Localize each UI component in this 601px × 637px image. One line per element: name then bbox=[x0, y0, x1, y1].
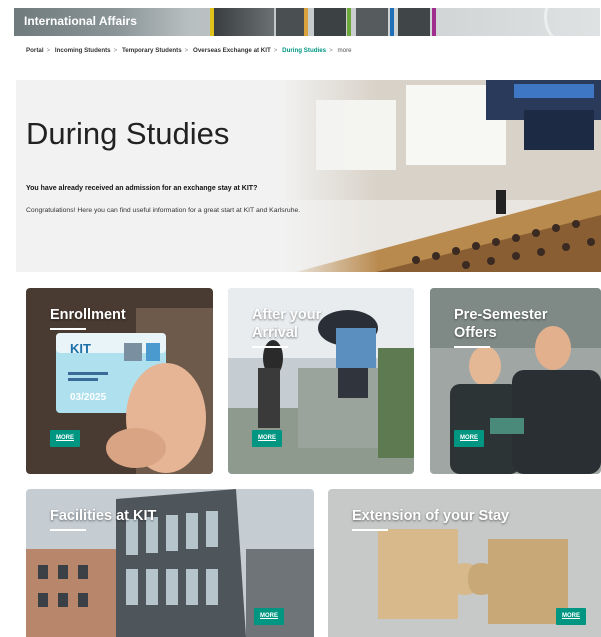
lecture-hall-image bbox=[16, 80, 601, 272]
card-title: Facilities at KIT bbox=[50, 508, 157, 524]
banner-stripe bbox=[304, 8, 308, 36]
card-title-line1: Pre-Semester bbox=[454, 307, 548, 323]
breadcrumb-separator: > bbox=[329, 47, 333, 54]
title-underline bbox=[50, 328, 86, 330]
banner-stripe bbox=[210, 8, 214, 36]
banner-circle-decoration bbox=[544, 8, 600, 36]
more-button[interactable]: MORE bbox=[252, 430, 282, 447]
banner-stripe bbox=[398, 8, 430, 36]
breadcrumb-separator: > bbox=[273, 47, 278, 54]
title-underline bbox=[352, 529, 388, 531]
card-pre-semester-offers[interactable]: Pre-Semester Offers MORE bbox=[430, 288, 601, 474]
breadcrumb: Portal > Incoming Students > Temporary Stu… bbox=[26, 47, 355, 54]
card-title-line2: Offers bbox=[454, 325, 497, 341]
student-card-kit-logo: KIT bbox=[70, 341, 91, 356]
breadcrumb-current: During Studies bbox=[282, 47, 327, 54]
breadcrumb-item-portal[interactable]: Portal bbox=[26, 47, 44, 54]
breadcrumb-item-temporary-students[interactable]: Temporary Students bbox=[122, 47, 182, 54]
title-underline bbox=[252, 346, 288, 348]
hero-banner: During Studies You have already received… bbox=[16, 80, 601, 272]
hero-text: Congratulations! Here you can find usefu… bbox=[26, 207, 301, 214]
breadcrumb-item-overseas-exchange[interactable]: Overseas Exchange at KIT bbox=[193, 47, 271, 54]
card-enrollment[interactable]: KIT 03/2025 Enrollment MORE bbox=[26, 288, 213, 474]
card-title-line2: Arrival bbox=[252, 325, 298, 341]
header-banner: International Affairs bbox=[14, 8, 600, 36]
more-button[interactable]: MORE bbox=[454, 430, 484, 447]
card-after-arrival[interactable]: After your Arrival MORE bbox=[228, 288, 414, 474]
banner-stripe bbox=[347, 8, 351, 36]
more-button[interactable]: MORE bbox=[254, 608, 284, 625]
breadcrumb-separator: > bbox=[113, 47, 118, 54]
card-facilities[interactable]: Facilities at KIT MORE bbox=[26, 489, 314, 637]
banner-stripe bbox=[214, 8, 274, 36]
hero-question: You have already received an admission f… bbox=[26, 185, 258, 192]
header-title[interactable]: International Affairs bbox=[24, 14, 137, 28]
more-button[interactable]: MORE bbox=[50, 430, 80, 447]
card-title: Pre-Semester Offers bbox=[454, 306, 548, 342]
title-underline bbox=[50, 529, 86, 531]
more-button[interactable]: MORE bbox=[556, 608, 586, 625]
page-title: During Studies bbox=[26, 116, 230, 151]
breadcrumb-more-link[interactable]: more bbox=[338, 47, 352, 54]
card-extension-of-stay[interactable]: Extension of your Stay MORE bbox=[328, 489, 601, 637]
card-title: Enrollment bbox=[50, 307, 126, 323]
breadcrumb-item-incoming-students[interactable]: Incoming Students bbox=[55, 47, 111, 54]
card-title-line1: After your bbox=[252, 307, 322, 323]
banner-stripe bbox=[276, 8, 304, 36]
title-underline bbox=[454, 346, 490, 348]
breadcrumb-separator: > bbox=[46, 47, 51, 54]
banner-stripe bbox=[390, 8, 394, 36]
banner-stripe bbox=[314, 8, 346, 36]
student-card-date: 03/2025 bbox=[70, 392, 107, 403]
breadcrumb-separator: > bbox=[184, 47, 189, 54]
card-title: Extension of your Stay bbox=[352, 508, 510, 524]
banner-stripe bbox=[356, 8, 388, 36]
banner-stripe bbox=[432, 8, 436, 36]
card-title: After your Arrival bbox=[252, 306, 321, 342]
